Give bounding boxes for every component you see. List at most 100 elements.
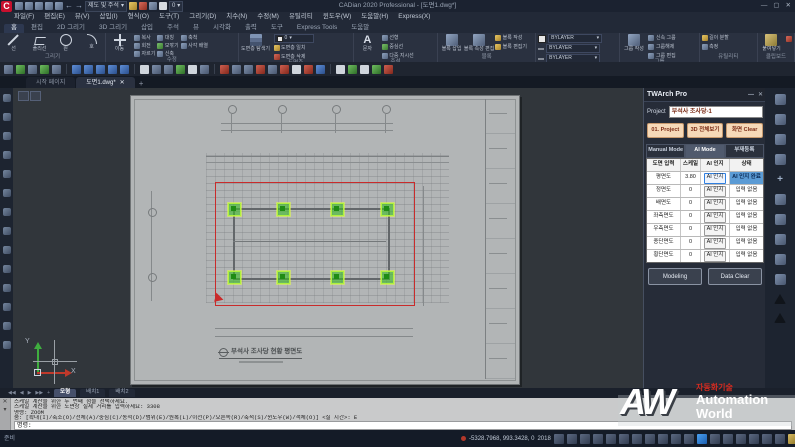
palette-tool-icon[interactable]	[2, 170, 11, 178]
palette-tool-icon[interactable]	[2, 208, 11, 216]
menu-tools[interactable]: 도구(T)	[159, 14, 179, 21]
column-grip[interactable]	[228, 203, 241, 216]
minimize-button[interactable]: —	[761, 2, 768, 10]
menu-dimension[interactable]: 치수(N)	[226, 14, 247, 21]
side-tool-icon[interactable]	[774, 114, 786, 125]
record-icon[interactable]	[138, 2, 147, 10]
group-label-clipboard[interactable]: 클립보드	[760, 54, 792, 62]
side-tool-icon[interactable]	[774, 214, 786, 225]
ribbon-tab-visualize[interactable]: 시각화	[206, 24, 238, 34]
info-icon[interactable]	[774, 433, 785, 444]
toolbar-icon[interactable]	[16, 64, 25, 74]
lock-ui-icon[interactable]	[735, 433, 746, 444]
toolbar-icon[interactable]	[372, 64, 381, 74]
tool-rotate[interactable]: 회전	[134, 42, 155, 50]
last-layout-button[interactable]: ▶▶	[35, 390, 43, 396]
palette-tool-icon[interactable]	[2, 303, 11, 311]
ribbon-tab-insert[interactable]: 삽입	[134, 24, 160, 34]
prev-layout-button[interactable]: ◀	[20, 390, 24, 396]
toolbar-icon[interactable]	[72, 64, 81, 74]
dyn-ucs-toggle-icon[interactable]	[644, 433, 655, 444]
isolate-toggle-icon[interactable]	[709, 433, 720, 444]
tool-paste[interactable]: 붙여넣기	[760, 34, 783, 52]
menu-utilities[interactable]: 유틸리티	[289, 14, 313, 21]
tool-centerline[interactable]: 중심선	[381, 43, 414, 51]
toolbar-icon[interactable]	[176, 64, 185, 74]
toolbar-icon[interactable]	[164, 64, 173, 74]
workspace-switch-icon[interactable]	[722, 433, 733, 444]
tool-scale[interactable]: 축척	[180, 34, 208, 42]
command-history[interactable]: 스케일 계산을 위한 두 번째 점을 선택하세요. 스케일 계산을 위한 도면상…	[11, 398, 795, 430]
side-tool-icon[interactable]	[774, 194, 786, 205]
toolbar-icon[interactable]	[4, 64, 13, 74]
menu-window[interactable]: 윈도우(W)	[323, 14, 351, 21]
next-layout-button[interactable]: ▶	[28, 390, 32, 396]
view-3d-button[interactable]: 3D 전체보기	[686, 123, 724, 138]
project-input[interactable]: 부석사 조사당-1	[668, 106, 763, 118]
side-tool-icon[interactable]	[774, 234, 786, 245]
palette-tool-icon[interactable]	[2, 227, 11, 235]
palette-tool-icon[interactable]	[2, 189, 11, 197]
menu-draw[interactable]: 그리기(D)	[189, 14, 216, 21]
command-expand-icon[interactable]: ▾	[3, 407, 6, 413]
open-file-icon[interactable]	[25, 2, 33, 10]
tool-line[interactable]: 선	[2, 34, 25, 52]
undo-icon[interactable]: ←	[65, 2, 73, 10]
first-layout-button[interactable]: ◀◀	[8, 390, 16, 396]
side-tool-icon[interactable]	[774, 254, 786, 265]
ribbon-tab-express-tools[interactable]: Express Tools	[290, 24, 344, 34]
tool-measure-length[interactable]: 길이 분할	[701, 34, 729, 42]
ribbon-tab-output[interactable]: 출력	[238, 24, 264, 34]
palette-tool-icon[interactable]	[2, 341, 11, 349]
viewport-control-icon[interactable]	[18, 91, 29, 101]
menu-edit[interactable]: 편집(E)	[44, 14, 65, 21]
palette-tool-icon[interactable]	[2, 246, 11, 254]
ribbon-tab-2d-draw[interactable]: 2D 그리기	[50, 24, 92, 34]
toolbar-icon[interactable]	[152, 64, 161, 74]
lock-icon[interactable]	[148, 2, 157, 10]
ai-recognize-button[interactable]: AI 인지	[703, 224, 727, 236]
ribbon-tab-help[interactable]: 도움말	[344, 24, 376, 34]
group-label-block[interactable]: 블록	[440, 54, 533, 62]
ribbon-tab-view[interactable]: 뷰	[186, 24, 206, 34]
ai-recognize-button[interactable]: AI 인지	[703, 185, 727, 197]
tab-drawing1[interactable]: 도면1.dwg* ✕	[76, 77, 135, 88]
palette-tool-icon[interactable]	[2, 265, 11, 273]
twarch-title-bar[interactable]: TWArch Pro — ✕	[644, 88, 766, 102]
panel-close-button[interactable]: ✕	[758, 92, 763, 98]
add-layout-button[interactable]: +	[47, 390, 50, 396]
toolbar-icon[interactable]	[316, 64, 325, 74]
toolbar-icon[interactable]	[348, 64, 357, 74]
close-button[interactable]: ✕	[786, 2, 791, 10]
side-tool-icon[interactable]	[774, 94, 786, 105]
column-grip[interactable]	[331, 271, 344, 284]
toolbar-icon[interactable]	[304, 64, 313, 74]
tool-layer-match[interactable]: 도면층 일치	[273, 44, 314, 52]
annotation-toggle-icon[interactable]	[683, 433, 694, 444]
command-input[interactable]: 명령:	[14, 421, 792, 430]
tab-register[interactable]: 부재등록	[724, 144, 764, 158]
toolbar-icon[interactable]	[280, 64, 289, 74]
clean-screen-icon[interactable]	[748, 433, 759, 444]
toolbar-icon[interactable]	[200, 64, 209, 74]
property-linetype-dropdown[interactable]: BYLAYER ▾	[538, 44, 601, 53]
column-grip[interactable]	[277, 271, 290, 284]
tool-linear-dim[interactable]: 선형	[381, 34, 414, 42]
toolbar-icon[interactable]	[292, 64, 301, 74]
ai-recognize-button[interactable]: AI 인지	[703, 172, 727, 184]
ortho-toggle-icon[interactable]	[579, 433, 590, 444]
layer-dropdown[interactable]: 0 ▾	[273, 34, 314, 43]
tool-measure[interactable]: 측정	[701, 43, 718, 51]
toolbar-icon[interactable]	[120, 64, 129, 74]
group-label-utilities[interactable]: 유틸리티	[702, 54, 755, 62]
modeling-button[interactable]: Modeling	[648, 268, 702, 285]
menu-insert[interactable]: 삽입(I)	[100, 14, 118, 21]
palette-tool-icon[interactable]	[2, 113, 11, 121]
workspace-dropdown[interactable]: 제도 및 주석 ▾	[85, 0, 127, 12]
palette-tool-icon[interactable]	[2, 94, 11, 102]
toolbar-icon[interactable]	[336, 64, 345, 74]
tool-block-insert[interactable]: 블록 삽입	[440, 34, 463, 52]
menu-help[interactable]: 도움말(H)	[361, 14, 388, 21]
tab-layout1[interactable]: 배치1	[80, 389, 106, 397]
tool-group-create[interactable]: 그룹 작성	[622, 34, 645, 52]
